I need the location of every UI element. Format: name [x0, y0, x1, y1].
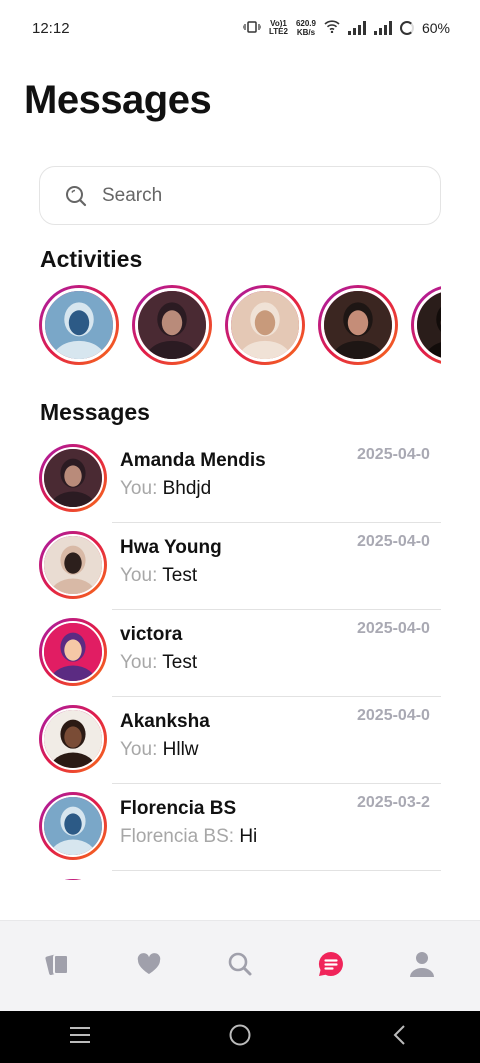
story-avatar — [321, 288, 395, 362]
message-text: Test — [162, 565, 198, 586]
message-prefix: You: — [120, 739, 163, 760]
activity-story[interactable] — [225, 285, 305, 365]
bottom-nav — [0, 920, 480, 1011]
message-row[interactable]: Florencia BS Florencia BS: Hi 2025-03-2 — [39, 784, 441, 871]
message-sender-name: Hwa Young — [120, 537, 222, 558]
home-circle-icon — [228, 1023, 252, 1052]
nav-likes[interactable] — [119, 936, 179, 996]
message-prefix: You: — [120, 652, 163, 673]
message-sender-name: Florencia BS — [120, 798, 237, 819]
message-date: 2025-04-0 — [357, 446, 430, 463]
back-chevron-icon — [392, 1024, 408, 1051]
activity-story[interactable] — [132, 285, 212, 365]
message-preview: You: Test — [120, 565, 197, 587]
status-time: 12:12 — [32, 19, 70, 37]
system-nav-bar — [0, 1011, 480, 1063]
activity-story[interactable] — [318, 285, 398, 365]
chat-icon — [317, 950, 345, 983]
message-date: 2025-04-0 — [357, 707, 430, 724]
avatar — [39, 792, 107, 860]
signal-icon-sim1 — [347, 21, 366, 35]
message-text: Bhdjd — [162, 478, 212, 499]
message-text: Test — [162, 652, 198, 673]
battery-percent: 60% — [421, 20, 450, 36]
message-text: Hllw — [162, 739, 199, 760]
cards-icon — [44, 951, 72, 982]
story-avatar — [135, 288, 209, 362]
search-icon — [227, 951, 253, 982]
nav-messages[interactable] — [301, 936, 361, 996]
story-avatar — [228, 288, 302, 362]
wifi-icon — [324, 20, 340, 36]
search-bar[interactable] — [39, 166, 441, 225]
search-icon — [64, 184, 88, 208]
volte-indicator: Vo)1 LTE2 — [268, 19, 288, 36]
heart-icon — [136, 952, 162, 981]
message-row[interactable] — [39, 871, 441, 880]
avatar — [39, 444, 107, 512]
activities-title: Activities — [40, 246, 143, 272]
message-sender-name: Akanksha — [120, 711, 210, 732]
avatar — [39, 705, 107, 773]
message-row[interactable]: Amanda Mendis You: Bhdjd 2025-04-0 — [39, 436, 441, 523]
message-prefix: You: — [120, 565, 163, 586]
net-speed: 620.9 KB/s — [295, 19, 316, 37]
page-title: Messages — [24, 78, 212, 122]
activities-row — [39, 285, 441, 367]
messages-list: Amanda Mendis You: Bhdjd 2025-04-0 Hwa Youn… — [39, 436, 441, 880]
message-preview: You: Test — [120, 652, 197, 674]
message-date: 2025-03-2 — [357, 794, 430, 811]
activity-story[interactable] — [39, 285, 119, 365]
message-sender-name: victora — [120, 624, 183, 645]
status-bar: 12:12 Vo)1 LTE2 620.9 KB/s 60% — [0, 0, 480, 56]
message-prefix: You: — [120, 478, 163, 499]
nav-cards[interactable] — [28, 936, 88, 996]
activity-story[interactable] — [411, 285, 441, 365]
menu-icon — [68, 1026, 92, 1049]
profile-icon — [409, 950, 435, 983]
story-avatar — [42, 288, 116, 362]
story-avatar — [414, 288, 441, 362]
back-button[interactable] — [370, 1017, 430, 1057]
nav-search[interactable] — [210, 936, 270, 996]
signal-icon-sim2 — [373, 21, 392, 35]
message-sender-name: Amanda Mendis — [120, 450, 266, 471]
avatar — [39, 879, 107, 880]
message-preview: You: Hllw — [120, 739, 199, 761]
message-prefix: Florencia BS: — [120, 826, 240, 847]
avatar — [39, 618, 107, 686]
message-preview: Florencia BS: Hi — [120, 826, 257, 848]
status-icons: Vo)1 LTE2 620.9 KB/s 60% — [242, 19, 450, 37]
recents-button[interactable] — [50, 1017, 110, 1057]
message-date: 2025-04-0 — [357, 533, 430, 550]
vibrate-icon — [242, 20, 262, 36]
message-row[interactable]: victora You: Test 2025-04-0 — [39, 610, 441, 697]
message-row[interactable]: Akanksha You: Hllw 2025-04-0 — [39, 697, 441, 784]
nav-profile[interactable] — [392, 936, 452, 996]
message-preview: You: Bhdjd — [120, 478, 211, 500]
home-button[interactable] — [210, 1017, 270, 1057]
message-date: 2025-04-0 — [357, 620, 430, 637]
message-text: Hi — [239, 826, 258, 847]
battery-icon — [399, 21, 414, 35]
avatar — [39, 531, 107, 599]
message-row[interactable]: Hwa Young You: Test 2025-04-0 — [39, 523, 441, 610]
messages-title: Messages — [40, 399, 150, 425]
search-input[interactable] — [102, 184, 402, 207]
